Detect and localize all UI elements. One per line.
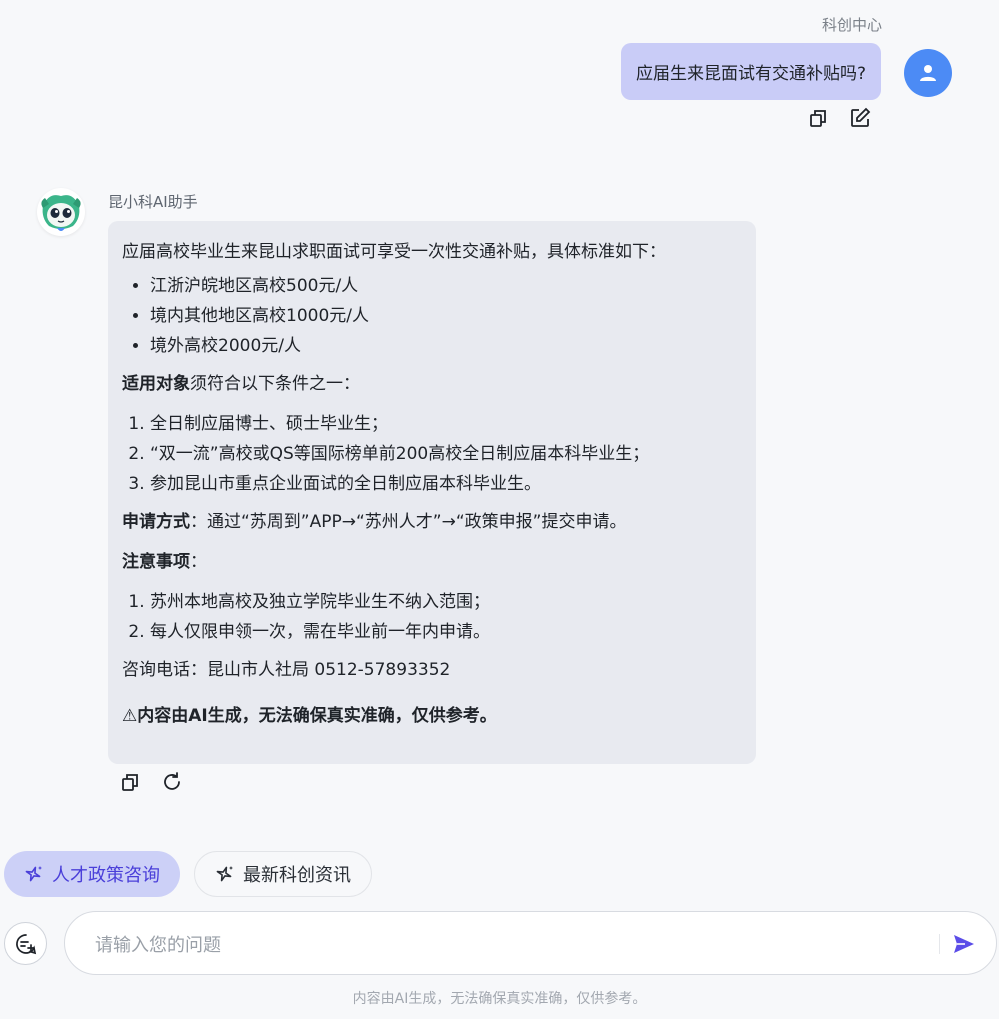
copy-button[interactable] <box>118 770 142 794</box>
user-icon <box>920 65 936 81</box>
bot-message-actions <box>118 770 184 794</box>
refresh-icon <box>164 772 180 790</box>
bot-intro-text: 应届高校毕业生来昆山求职面试可享受一次性交通补贴，具体标准如下： <box>122 242 666 262</box>
footer-disclaimer: 内容由AI生成，无法确保真实准确，仅供参考。 <box>352 991 647 1007</box>
eligibility-paragraph: 适用对象须符合以下条件之一： <box>122 369 742 399</box>
notes-list: 苏州本地高校及独立学院毕业生不纳入范围； 每人仅限申领一次，需在毕业前一年内申请… <box>122 587 742 647</box>
regenerate-button[interactable] <box>160 770 184 794</box>
notes-label: 注意事项 <box>122 552 190 572</box>
eligibility-text: 须符合以下条件之一： <box>190 374 360 394</box>
sparkle-icon <box>25 866 42 882</box>
input-divider <box>939 934 940 954</box>
eligibility-label: 适用对象 <box>122 374 190 394</box>
chip-label: 人才政策咨询 <box>52 865 160 886</box>
list-item: 全日制应届博士、硕士毕业生； <box>150 409 742 439</box>
ai-warning: ⚠内容由AI生成，无法确保真实准确，仅供参考。 <box>122 701 742 731</box>
apply-paragraph: 申请方式：通过“苏周到”APP→“苏州人才”→“政策申报”提交申请。 <box>122 507 742 537</box>
warning-icon: ⚠ <box>122 706 138 726</box>
user-message-actions <box>806 106 872 130</box>
list-item: 境内其他地区高校1000元/人 <box>150 301 742 331</box>
chip-label: 最新科创资讯 <box>243 865 351 886</box>
quick-chips: 人才政策咨询 最新科创资讯 <box>4 851 372 897</box>
notes-colon: ： <box>190 552 207 572</box>
new-chat-icon <box>15 933 36 954</box>
send-button[interactable] <box>949 930 979 958</box>
list-item: 苏州本地高校及独立学院毕业生不纳入范围； <box>150 587 742 617</box>
ai-warning-text: 内容由AI生成，无法确保真实准确，仅供参考。 <box>137 706 497 726</box>
mascot-icon <box>41 195 81 231</box>
user-message-text: 应届生来昆面试有交通补贴吗? <box>635 64 866 84</box>
copy-icon <box>122 774 138 791</box>
bot-message-bubble: 应届高校毕业生来昆山求职面试可享受一次性交通补贴，具体标准如下： 江浙沪皖地区高… <box>108 221 756 764</box>
user-message-bubble: 应届生来昆面试有交通补贴吗? <box>620 43 881 100</box>
subsidy-list: 江浙沪皖地区高校500元/人 境内其他地区高校1000元/人 境外高校2000元… <box>122 271 742 361</box>
eligibility-list: 全日制应届博士、硕士毕业生； “双一流”高校或QS等国际榜单前200高校全日制应… <box>122 409 742 499</box>
user-name: 科创中心 <box>821 16 882 34</box>
contact-text: 咨询电话：昆山市人社局 0512-57893352 <box>122 660 451 680</box>
edit-icon <box>851 107 871 127</box>
apply-text: ：通过“苏周到”APP→“苏州人才”→“政策申报”提交申请。 <box>190 512 627 532</box>
apply-label: 申请方式 <box>122 512 190 532</box>
copy-button[interactable] <box>806 106 830 130</box>
list-item: 境外高校2000元/人 <box>150 331 742 361</box>
list-item: “双一流”高校或QS等国际榜单前200高校全日制应届本科毕业生； <box>150 439 742 469</box>
copy-icon <box>810 110 826 127</box>
user-avatar <box>904 49 952 97</box>
chat-input[interactable] <box>93 930 917 960</box>
list-item: 每人仅限申领一次，需在毕业前一年内申请。 <box>150 617 742 647</box>
bot-avatar <box>37 188 85 236</box>
notes-paragraph: 注意事项： <box>122 547 742 577</box>
edit-button[interactable] <box>848 106 872 130</box>
new-chat-button[interactable] <box>4 922 47 965</box>
chip-latest-news[interactable]: 最新科创资讯 <box>194 851 372 897</box>
list-item: 江浙沪皖地区高校500元/人 <box>150 271 742 301</box>
list-item: 参加昆山市重点企业面试的全日制应届本科毕业生。 <box>150 469 742 499</box>
chip-talent-policy[interactable]: 人才政策咨询 <box>4 851 180 897</box>
chat-input-container <box>64 911 997 975</box>
bot-name: 昆小科AI助手 <box>108 193 198 211</box>
sparkle-icon <box>216 866 233 882</box>
send-icon <box>954 935 974 953</box>
